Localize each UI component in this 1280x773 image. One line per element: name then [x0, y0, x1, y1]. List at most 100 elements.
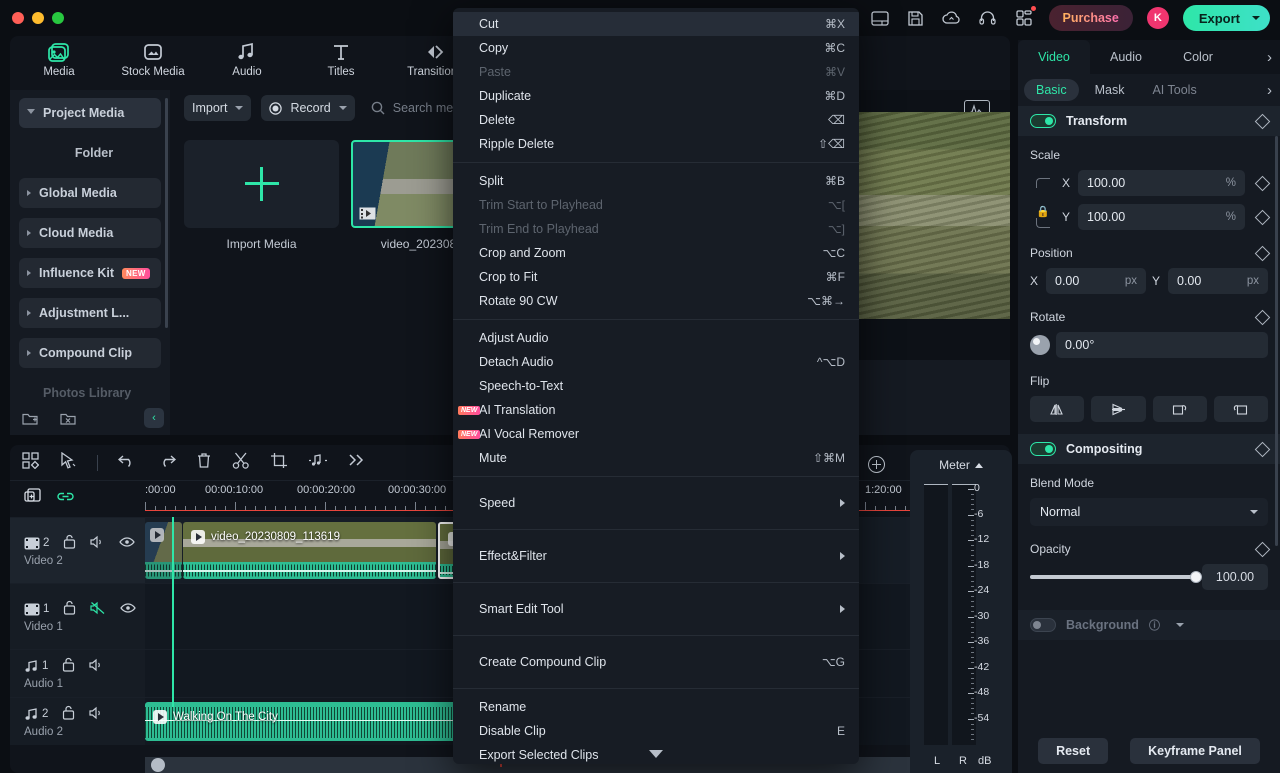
table-row[interactable]: video_20230809_113619: [183, 522, 436, 579]
search-input[interactable]: Search me: [371, 101, 453, 115]
menu-item-detach-audio[interactable]: Detach Audio ^⌥D: [453, 350, 859, 374]
menu-item-crop-to-fit[interactable]: Crop to Fit ⌘F: [453, 265, 859, 289]
layout-icon[interactable]: [869, 7, 891, 29]
menu-item-disable-clip[interactable]: Disable Clip E: [453, 719, 859, 743]
menu-item-delete[interactable]: Delete ⌫: [453, 108, 859, 132]
add-track-icon[interactable]: [24, 488, 42, 510]
export-button[interactable]: Export: [1182, 5, 1270, 31]
lock-icon[interactable]: [63, 534, 76, 552]
properties-scrollbar[interactable]: [1275, 136, 1278, 546]
opacity-value[interactable]: 100.00: [1202, 564, 1268, 590]
save-icon[interactable]: [905, 7, 927, 29]
reset-button[interactable]: Reset: [1038, 738, 1109, 764]
background-toggle[interactable]: [1030, 618, 1056, 632]
menu-item-copy[interactable]: Copy ⌘C: [453, 36, 859, 60]
nav-tab-titles[interactable]: Titles: [310, 41, 372, 86]
lock-icon[interactable]: [62, 657, 75, 675]
keyframe-diamond-icon[interactable]: [1254, 209, 1271, 225]
keyframe-panel-button[interactable]: Keyframe Panel: [1130, 738, 1260, 764]
headset-icon[interactable]: [977, 7, 999, 29]
compositing-toggle[interactable]: [1030, 442, 1056, 456]
menu-item-crop-and-zoom[interactable]: Crop and Zoom ⌥C: [453, 241, 859, 265]
scale-x-input[interactable]: 100.00 %: [1078, 170, 1245, 196]
undo-icon[interactable]: [117, 453, 137, 473]
keyframe-diamond-icon[interactable]: [1254, 113, 1271, 129]
sidebar-item-compound-clip[interactable]: Compound Clip: [19, 338, 161, 368]
rotate-right-icon[interactable]: [1152, 396, 1207, 422]
sidebar-item-project-media[interactable]: Project Media: [19, 98, 161, 128]
scroll-down-arrow-icon[interactable]: [453, 746, 859, 762]
lock-icon[interactable]: [62, 705, 75, 723]
maximize-window-button[interactable]: [52, 12, 64, 24]
record-button[interactable]: Record: [261, 95, 355, 121]
apps-grid-icon[interactable]: [1013, 6, 1036, 29]
tab-video[interactable]: Video: [1018, 40, 1090, 74]
delete-folder-icon[interactable]: [58, 408, 80, 428]
window-controls[interactable]: [0, 12, 64, 24]
opacity-slider[interactable]: [1030, 571, 1202, 583]
rotate-input[interactable]: 0.00°: [1056, 332, 1268, 358]
flip-horizontal-icon[interactable]: [1030, 396, 1085, 422]
scrollbar-thumb[interactable]: [151, 758, 165, 772]
tab-audio[interactable]: Audio: [1090, 40, 1162, 74]
avatar[interactable]: K: [1146, 7, 1169, 29]
audio-detach-icon[interactable]: [308, 453, 328, 473]
slider-thumb[interactable]: [1190, 571, 1202, 583]
menu-item-speech-to-text[interactable]: Speech-to-Text: [453, 374, 859, 398]
nav-tab-media[interactable]: Media: [28, 41, 90, 86]
sidebar-item-adjustment-layer[interactable]: Adjustment L...: [19, 298, 161, 328]
position-y-input[interactable]: 0.00 px: [1168, 268, 1268, 294]
blend-mode-select[interactable]: Normal: [1030, 498, 1268, 526]
subtabs-next-icon[interactable]: ›: [1267, 82, 1272, 99]
meter-title-row[interactable]: Meter: [910, 450, 1012, 472]
purchase-button[interactable]: Purchase: [1048, 5, 1133, 31]
library-scrollbar[interactable]: [165, 98, 168, 328]
subtab-ai-tools[interactable]: AI Tools: [1140, 79, 1208, 101]
keyframe-diamond-icon[interactable]: [1254, 175, 1271, 191]
mute-icon[interactable]: [89, 706, 104, 723]
position-x-input[interactable]: 0.00 px: [1046, 268, 1146, 294]
split-scissors-icon[interactable]: [232, 452, 250, 474]
menu-item-rotate-90-cw[interactable]: Rotate 90 CW ⌥⌘→: [453, 289, 859, 313]
keyframe-diamond-icon[interactable]: [1254, 441, 1271, 457]
rotate-dial[interactable]: [1030, 335, 1050, 355]
menu-item-smart-edit-tool[interactable]: Smart Edit Tool: [453, 597, 859, 621]
sidebar-item-cloud-media[interactable]: Cloud Media: [19, 218, 161, 248]
link-icon[interactable]: [56, 489, 75, 509]
keyframe-diamond-icon[interactable]: [1254, 245, 1271, 261]
menu-item-cut[interactable]: Cut ⌘X: [453, 12, 859, 36]
close-window-button[interactable]: [12, 12, 24, 24]
nav-tab-stock-media[interactable]: Stock Media: [121, 41, 185, 86]
collapse-sidebar-icon[interactable]: ‹: [144, 408, 164, 428]
minimize-window-button[interactable]: [32, 12, 44, 24]
menu-item-split[interactable]: Split ⌘B: [453, 169, 859, 193]
sidebar-item-influence-kit[interactable]: Influence Kit NEW: [19, 258, 161, 288]
selection-tool-icon[interactable]: [59, 451, 77, 474]
menu-item-ai-vocal-remover[interactable]: NEW AI Vocal Remover: [453, 422, 859, 446]
playhead[interactable]: [172, 517, 174, 707]
menu-item-effect-and-filter[interactable]: Effect&Filter: [453, 544, 859, 568]
menu-item-adjust-audio[interactable]: Adjust Audio: [453, 326, 859, 350]
redo-icon[interactable]: [157, 453, 177, 473]
muted-icon[interactable]: [90, 601, 106, 618]
eye-icon[interactable]: [120, 602, 137, 617]
scale-y-input[interactable]: 100.00 %: [1078, 204, 1245, 230]
flip-vertical-icon[interactable]: [1091, 396, 1146, 422]
mute-icon[interactable]: [89, 658, 104, 675]
more-chevrons-icon[interactable]: [348, 453, 366, 472]
mute-icon[interactable]: [90, 535, 105, 552]
cloud-upload-icon[interactable]: [941, 7, 963, 29]
nav-tab-audio[interactable]: Audio: [216, 41, 278, 86]
import-button[interactable]: Import: [184, 95, 252, 121]
menu-item-duplicate[interactable]: Duplicate ⌘D: [453, 84, 859, 108]
sidebar-item-global-media[interactable]: Global Media: [19, 178, 161, 208]
rotate-left-icon[interactable]: [1213, 396, 1268, 422]
eye-icon[interactable]: [119, 536, 136, 551]
clip-context-menu[interactable]: Cut ⌘X Copy ⌘C Paste ⌘V Duplicate ⌘D Del…: [453, 8, 859, 764]
media-item-import[interactable]: Import Media: [184, 140, 339, 251]
scale-lock-icon[interactable]: 🔒: [1030, 206, 1056, 228]
transform-toggle[interactable]: [1030, 114, 1056, 128]
subtab-mask[interactable]: Mask: [1083, 79, 1137, 101]
new-folder-icon[interactable]: [20, 408, 42, 428]
lock-icon[interactable]: [63, 600, 76, 618]
